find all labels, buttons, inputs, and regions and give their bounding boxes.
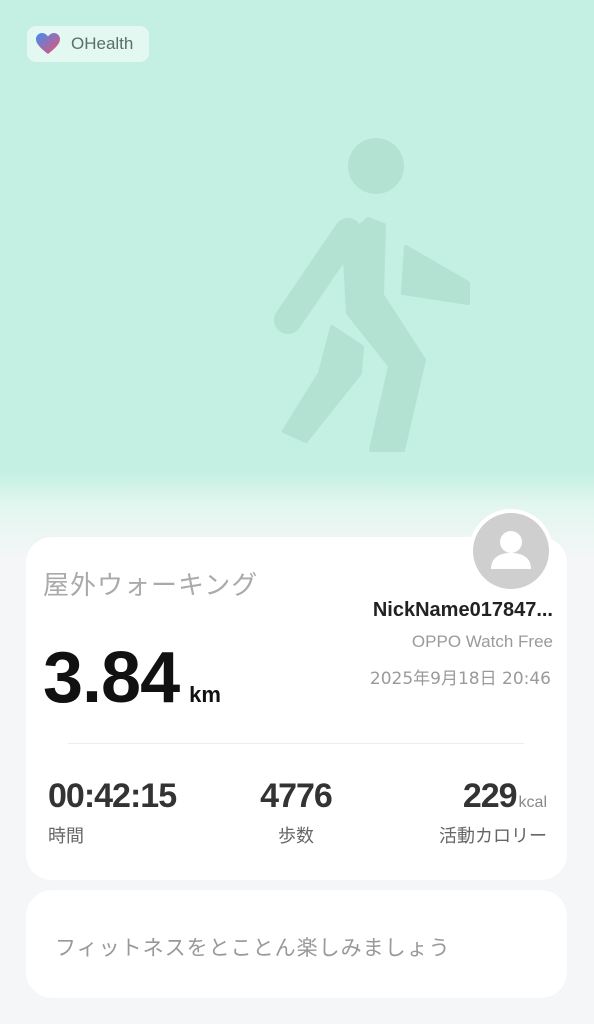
workout-summary-card: 屋外ウォーキング NickName017847... OPPO Watch Fr… <box>26 537 567 880</box>
distance-display: 3.84 km <box>43 637 221 719</box>
fitness-banner[interactable]: フィットネスをとことん楽しみましょう <box>26 890 567 998</box>
distance-value: 3.84 <box>43 638 180 718</box>
divider <box>68 743 524 744</box>
duration-label: 時間 <box>48 826 84 847</box>
stat-steps: 4776 歩数 <box>238 777 354 848</box>
heart-icon <box>33 29 63 59</box>
steps-label: 歩数 <box>278 826 314 847</box>
distance-unit: km <box>189 682 221 707</box>
stat-calories: 229 kcal 活動カロリー <box>439 777 547 848</box>
calories-value: 229 <box>462 777 518 815</box>
duration-value: 00:42:15 <box>48 777 177 815</box>
steps-value: 4776 <box>260 777 333 815</box>
calories-unit: kcal <box>518 794 547 811</box>
activity-type: 屋外ウォーキング <box>43 571 259 601</box>
walking-person-icon <box>270 135 480 460</box>
stat-duration: 00:42:15 時間 <box>48 777 177 848</box>
calories-label: 活動カロリー <box>439 826 547 847</box>
avatar[interactable] <box>469 509 553 593</box>
calories-value-row: 229 kcal <box>439 777 547 816</box>
device-name: OPPO Watch Free <box>411 632 553 651</box>
user-nickname: NickName017847... <box>372 599 553 621</box>
brand-name: OHealth <box>71 34 134 53</box>
workout-datetime: 2025年9月18日 20:46 <box>369 669 551 689</box>
brand-badge: OHealth <box>27 26 149 62</box>
banner-text: フィットネスをとことん楽しみましょう <box>55 936 451 960</box>
user-avatar-icon <box>473 513 549 589</box>
